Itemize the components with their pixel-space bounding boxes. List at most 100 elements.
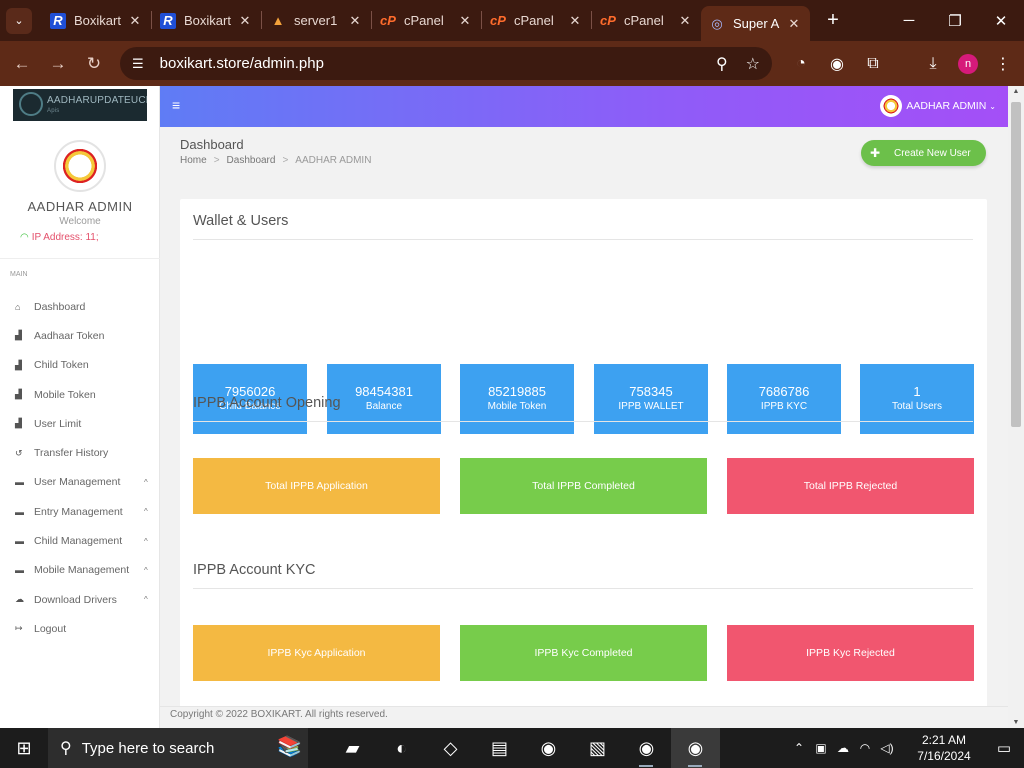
tab-search-button[interactable]: ⌄: [6, 7, 32, 34]
taskbar-clock[interactable]: 2:21 AM 7/16/2024: [904, 732, 984, 764]
sidebar-item-label: Mobile Management: [34, 564, 130, 577]
breadcrumb-home[interactable]: Home: [180, 155, 207, 166]
stat-balance[interactable]: 98454381 Balance: [327, 364, 441, 434]
address-bar[interactable]: ☰ boxikart.store/admin.php ⚲ ☆: [120, 47, 772, 80]
browser-tab[interactable]: R Boxikart ✕: [42, 0, 151, 41]
tab-title: Boxikart: [184, 13, 231, 28]
tile-total-ippb-application[interactable]: Total IPPB Application: [193, 458, 440, 514]
restore-icon[interactable]: ❐: [932, 12, 978, 30]
aadhaar-token-icon: ▟: [15, 330, 22, 341]
tab-close-icon[interactable]: ✕: [237, 13, 253, 29]
browser-tab[interactable]: cP cPanel ✕: [592, 0, 701, 41]
sidebar-item-user-limit[interactable]: ▟ User Limit: [0, 409, 160, 438]
stat-value: 98454381: [355, 384, 413, 399]
notifications-icon[interactable]: ▭: [984, 739, 1024, 757]
scrollbar-thumb[interactable]: [1011, 102, 1021, 427]
meet-icon[interactable]: ▣: [810, 741, 832, 755]
site-logo[interactable]: AADHARUPDATEUCL Apis: [13, 89, 147, 121]
browser-tab[interactable]: cP cPanel ✕: [372, 0, 481, 41]
tab-close-icon[interactable]: ✕: [786, 16, 802, 32]
reload-icon[interactable]: ↻: [76, 54, 112, 74]
create-new-user-button[interactable]: ✚ Create New User: [861, 140, 986, 166]
close-window-icon[interactable]: ✕: [978, 12, 1024, 30]
chrome-icon[interactable]: ◉: [524, 728, 573, 768]
bookmark-star-icon[interactable]: ☆: [746, 54, 760, 74]
logo-text: AADHARUPDATEUCL: [47, 95, 147, 106]
stat-ippb-kyc[interactable]: 7686786 IPPB KYC: [727, 364, 841, 434]
new-tab-button[interactable]: +: [818, 9, 848, 32]
tile-ippb-kyc-application[interactable]: IPPB Kyc Application: [193, 625, 440, 681]
tab-close-icon[interactable]: ✕: [127, 13, 143, 29]
zoom-icon[interactable]: ⚲: [716, 54, 728, 74]
back-icon[interactable]: ←: [4, 54, 40, 74]
volume-icon[interactable]: ◁): [876, 741, 898, 755]
browser-tab[interactable]: ▲ server1 ✕: [262, 0, 371, 41]
fingerprint-icon: [19, 92, 43, 116]
tab-close-icon[interactable]: ✕: [677, 13, 693, 29]
sidebar-item-entry-management[interactable]: ▬ Entry Management ^: [0, 497, 160, 526]
tab-title: Super A: [733, 16, 780, 31]
hamburger-menu-icon[interactable]: ≡: [172, 97, 180, 113]
stat-total-users[interactable]: 1 Total Users: [860, 364, 974, 434]
stat-mobile-token[interactable]: 85219885 Mobile Token: [460, 364, 574, 434]
create-new-user-label: Create New User: [894, 147, 971, 159]
sidebar-item-aadhaar-token[interactable]: ▟ Aadhaar Token: [0, 321, 160, 350]
tab-favicon-icon: cP: [490, 13, 506, 28]
sidebar-item-label: User Management: [34, 476, 121, 489]
sidebar-item-dashboard[interactable]: ⌂ Dashboard: [0, 292, 160, 321]
chevron-up-icon: ^: [144, 565, 148, 575]
breadcrumb-dashboard[interactable]: Dashboard: [227, 155, 276, 166]
browser-tab[interactable]: cP cPanel ✕: [482, 0, 591, 41]
sidebar-item-mobile-management[interactable]: ▬ Mobile Management ^: [0, 556, 160, 585]
chrome-profile-icon[interactable]: ◉: [622, 728, 671, 768]
chrome-active-icon[interactable]: ◉: [671, 728, 720, 768]
minimize-icon[interactable]: ─: [886, 12, 932, 30]
tile-ippb-kyc-completed[interactable]: IPPB Kyc Completed: [460, 625, 707, 681]
tab-close-icon[interactable]: ✕: [347, 13, 363, 29]
vscode-icon[interactable]: ◇: [426, 728, 475, 768]
tab-close-icon[interactable]: ✕: [457, 13, 473, 29]
photos-icon[interactable]: ▧: [573, 728, 622, 768]
browser-tab[interactable]: ◎ Super A ✕: [701, 6, 810, 41]
sidebar-item-transfer-history[interactable]: ↺ Transfer History: [0, 438, 160, 467]
sidebar-item-user-management[interactable]: ▬ User Management ^: [0, 468, 160, 497]
notepad-icon[interactable]: ▤: [475, 728, 524, 768]
sidebar-item-download-drivers[interactable]: ☁ Download Drivers ^: [0, 585, 160, 614]
user-menu-label: AADHAR ADMIN: [906, 100, 987, 112]
site-settings-icon[interactable]: ☰: [132, 56, 144, 72]
extensions-icon[interactable]: ⧉: [862, 55, 884, 73]
stat-ippb-wallet[interactable]: 758345 IPPB WALLET: [594, 364, 708, 434]
profile-avatar[interactable]: n: [958, 53, 978, 74]
browser-tab[interactable]: R Boxikart ✕: [152, 0, 261, 41]
tab-close-icon[interactable]: ✕: [567, 13, 583, 29]
file-explorer-icon[interactable]: ▰: [328, 728, 377, 768]
user-menu[interactable]: AADHAR ADMIN ⌄: [880, 95, 996, 117]
scroll-up-icon[interactable]: ▲: [1008, 88, 1024, 95]
tile-ippb-kyc-rejected[interactable]: IPPB Kyc Rejected: [727, 625, 974, 681]
browser-menu-icon[interactable]: ⋮: [992, 54, 1014, 74]
sidebar-item-label: Child Management: [34, 535, 123, 548]
chevron-up-icon[interactable]: ⌃: [788, 741, 810, 755]
sidebar-item-mobile-token[interactable]: ▟ Mobile Token: [0, 380, 160, 409]
browser-toolbar: ← → ↻ ☰ boxikart.store/admin.php ⚲ ☆ ◔ ◉…: [0, 41, 1024, 86]
color-extension-icon[interactable]: ◉: [826, 54, 848, 74]
page-scrollbar[interactable]: ▲ ▼: [1008, 86, 1024, 728]
forward-icon[interactable]: →: [40, 54, 76, 74]
tile-total-ippb-completed[interactable]: Total IPPB Completed: [460, 458, 707, 514]
tab-favicon-icon: R: [160, 12, 176, 29]
taskbar-search[interactable]: ⚲ Type here to search 📚: [48, 728, 308, 768]
tile-total-ippb-rejected[interactable]: Total IPPB Rejected: [727, 458, 974, 514]
page-title: Dashboard: [180, 137, 244, 152]
performance-icon[interactable]: ◔: [790, 55, 812, 73]
sidebar-item-child-token[interactable]: ▟ Child Token: [0, 351, 160, 380]
network-icon[interactable]: ◠: [854, 741, 876, 755]
browser-tabstrip: ⌄ R Boxikart ✕ R Boxikart ✕ ▲ server1 ✕ cP cPanel ✕…: [0, 0, 1024, 41]
sidebar-item-child-management[interactable]: ▬ Child Management ^: [0, 526, 160, 555]
onedrive-icon[interactable]: ☁: [832, 741, 854, 755]
scroll-down-icon[interactable]: ▼: [1008, 719, 1024, 726]
windows-start-icon[interactable]: ⊞: [0, 738, 48, 759]
download-icon[interactable]: ⤓: [922, 55, 944, 73]
sidebar-item-logout[interactable]: ↦ Logout: [0, 614, 160, 643]
taskbar-search-placeholder: Type here to search: [81, 739, 215, 757]
edge-icon[interactable]: ◐: [377, 728, 426, 768]
